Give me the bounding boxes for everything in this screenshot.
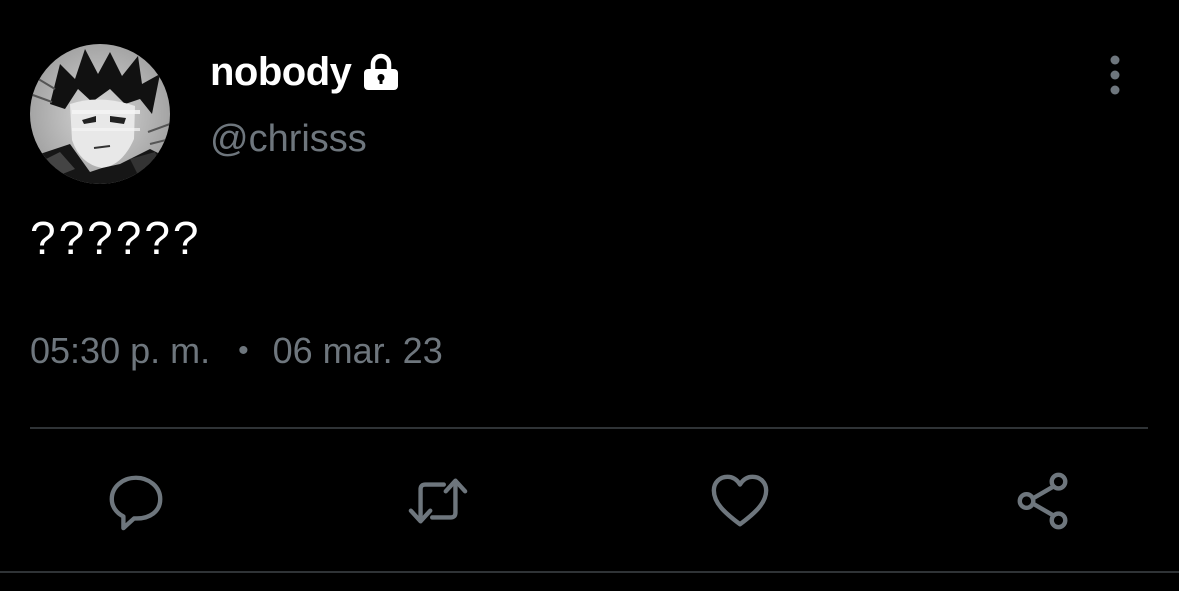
- like-button[interactable]: [705, 466, 775, 536]
- retweet-button[interactable]: [403, 466, 473, 536]
- heart-icon: [711, 474, 769, 527]
- share-button[interactable]: [1008, 466, 1078, 536]
- manga-avatar-image: [30, 44, 170, 184]
- share-icon: [1017, 472, 1068, 530]
- user-handle[interactable]: @chrisss: [210, 116, 367, 162]
- tweet-timestamp[interactable]: 05:30 p. m. • 06 mar. 23: [30, 328, 443, 374]
- more-options-icon[interactable]: [1098, 54, 1132, 98]
- avatar[interactable]: [30, 44, 170, 184]
- action-bar: [0, 466, 1179, 536]
- display-name[interactable]: nobody: [210, 48, 352, 96]
- tweet-date: 06 mar. 23: [272, 330, 443, 371]
- reply-button[interactable]: [101, 466, 171, 536]
- reply-icon: [109, 475, 163, 531]
- meta-separator: •: [238, 334, 249, 367]
- retweet-icon: [408, 478, 468, 524]
- bottom-divider: [0, 571, 1179, 573]
- tweet-card: nobody @chrisss ?????? 05:30 p. m. • 06 …: [0, 0, 1179, 591]
- divider: [30, 427, 1148, 429]
- lock-icon: [361, 52, 401, 92]
- tweet-time: 05:30 p. m.: [30, 330, 211, 371]
- tweet-text: ??????: [30, 212, 202, 264]
- name-row: nobody: [210, 48, 401, 96]
